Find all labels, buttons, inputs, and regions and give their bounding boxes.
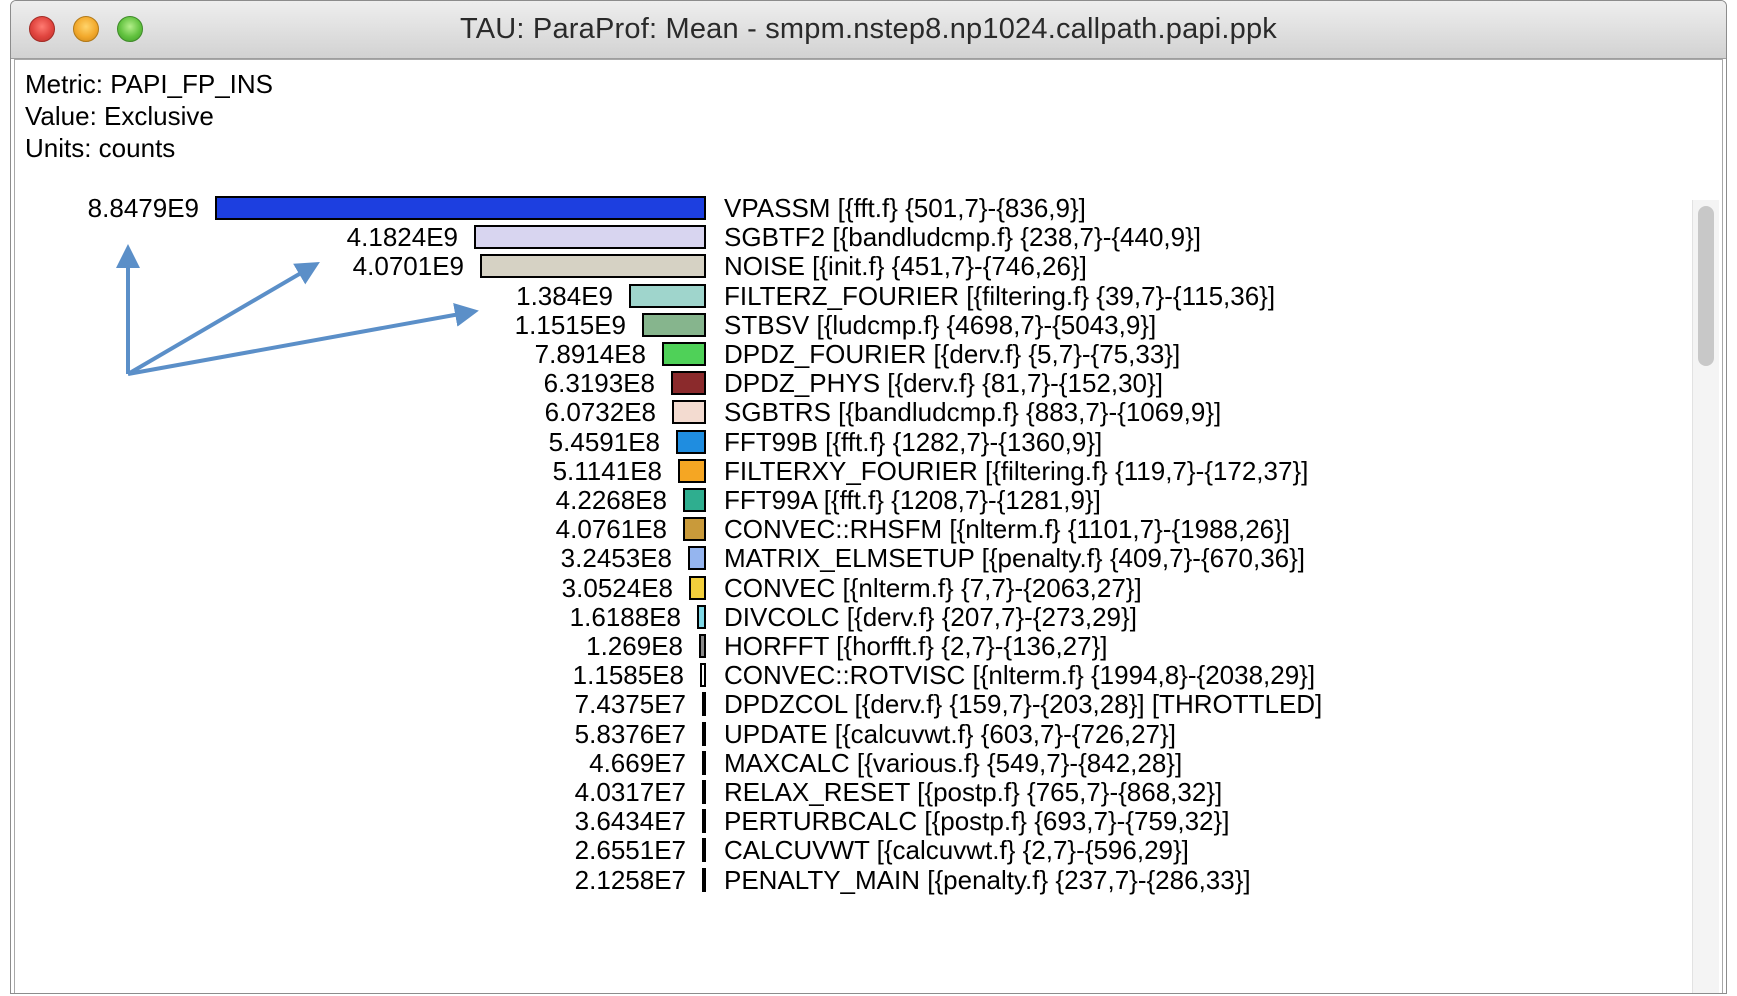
annotation-arrows bbox=[116, 244, 479, 376]
paraprof-window: TAU: ParaProf: Mean - smpm.nstep8.np1024… bbox=[10, 0, 1727, 994]
vertical-scrollbar[interactable] bbox=[1692, 200, 1719, 993]
scrollbar-thumb[interactable] bbox=[1698, 206, 1714, 366]
title-bar: TAU: ParaProf: Mean - smpm.nstep8.np1024… bbox=[11, 1, 1726, 59]
bar-chart-panel: Metric: PAPI_FP_INS Value: Exclusive Uni… bbox=[14, 59, 1723, 993]
window-title: TAU: ParaProf: Mean - smpm.nstep8.np1024… bbox=[459, 13, 1278, 45]
